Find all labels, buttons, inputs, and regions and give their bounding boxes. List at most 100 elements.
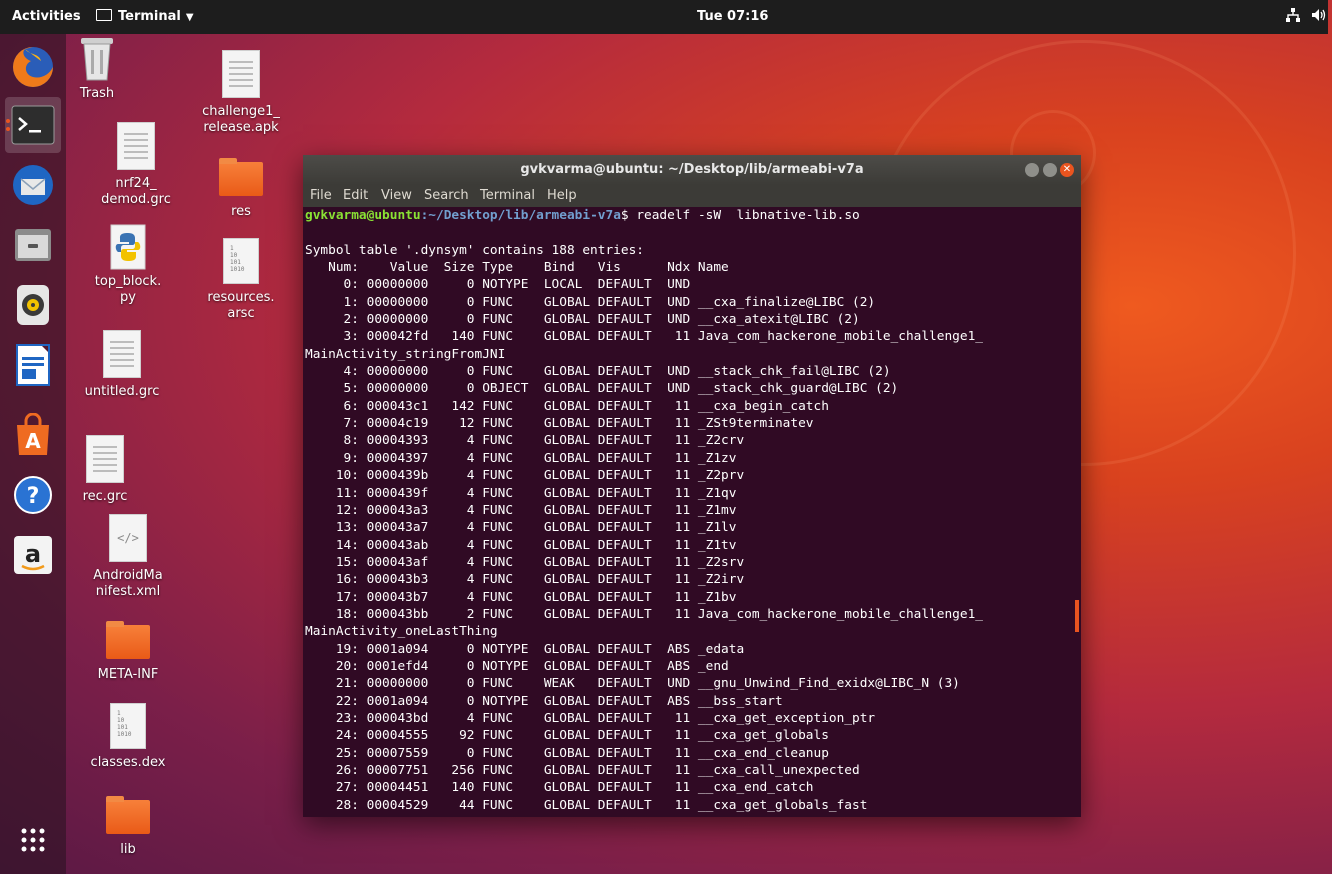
dock-thunderbird[interactable] xyxy=(5,157,61,213)
desktop-item-nrf24-demod[interactable]: nrf24_ demod.grc xyxy=(86,122,186,208)
terminal-line: 18: 000043bb 2 FUNC GLOBAL DEFAULT 11 Ja… xyxy=(305,606,983,622)
terminal-output[interactable]: gvkvarma@ubuntu:~/Desktop/lib/armeabi-v7… xyxy=(303,207,1075,817)
file-icon xyxy=(222,50,260,98)
menu-terminal[interactable]: Terminal xyxy=(480,188,535,203)
terminal-titlebar[interactable]: gvkvarma@ubuntu: ~/Desktop/lib/armeabi-v… xyxy=(303,155,1081,185)
file-icon xyxy=(103,330,141,378)
menu-file[interactable]: File xyxy=(310,188,332,203)
close-button[interactable]: ✕ xyxy=(1060,163,1074,177)
desktop-item-label: top_block. py xyxy=(94,274,162,305)
maximize-button[interactable] xyxy=(1043,163,1057,177)
desktop-item-lib[interactable]: lib xyxy=(78,796,178,858)
activities-button[interactable]: Activities xyxy=(12,9,81,24)
minimize-button[interactable] xyxy=(1025,163,1039,177)
trash-icon xyxy=(81,38,113,81)
desktop-item-classes-dex[interactable]: 1 10 101 1010 classes.dex xyxy=(78,703,178,771)
file-icon xyxy=(86,435,124,483)
dock-terminal[interactable] xyxy=(5,97,61,153)
terminal-line: 5: 00000000 0 OBJECT GLOBAL DEFAULT UND … xyxy=(305,381,899,397)
menu-edit[interactable]: Edit xyxy=(343,188,368,203)
dock-help[interactable]: ? xyxy=(5,467,61,523)
terminal-line: 27: 00004451 140 FUNC GLOBAL DEFAULT 11 … xyxy=(305,780,814,796)
desktop-item-label: AndroidMa nifest.xml xyxy=(93,568,163,599)
terminal-scrollbar[interactable] xyxy=(1075,600,1079,632)
dock-software[interactable]: A xyxy=(5,407,61,463)
terminal-line: 3: 000042fd 140 FUNC GLOBAL DEFAULT 11 J… xyxy=(305,329,983,345)
desktop-item-label: META-INF xyxy=(97,667,159,682)
menu-search[interactable]: Search xyxy=(424,188,469,203)
terminal-line: 14: 000043ab 4 FUNC GLOBAL DEFAULT 11 _Z… xyxy=(305,537,737,553)
software-center-icon: A xyxy=(17,413,49,455)
folder-icon xyxy=(106,621,150,659)
terminal-icon xyxy=(11,105,55,145)
dock-rhythmbox[interactable] xyxy=(5,277,61,333)
terminal-line: 28: 00004529 44 FUNC GLOBAL DEFAULT 11 _… xyxy=(305,797,868,813)
dock-amazon[interactable]: a xyxy=(5,527,61,583)
volume-icon[interactable] xyxy=(1311,8,1327,26)
dock-files[interactable] xyxy=(5,217,61,273)
terminal-menubar: File Edit View Search Terminal Help xyxy=(303,185,1081,207)
thunderbird-icon xyxy=(13,165,53,205)
desktop-item-label: classes.dex xyxy=(90,755,166,770)
files-icon xyxy=(15,229,51,261)
desktop-item-untitled-grc[interactable]: untitled.grc xyxy=(72,330,172,400)
clock[interactable]: Tue 07:16 xyxy=(697,9,768,24)
terminal-line: 0: 00000000 0 NOTYPE LOCAL DEFAULT UND xyxy=(305,277,691,293)
rhythmbox-icon xyxy=(17,285,49,325)
terminal-line: Symbol table '.dynsym' contains 188 entr… xyxy=(305,242,644,258)
terminal-line: 17: 000043b7 4 FUNC GLOBAL DEFAULT 11 _Z… xyxy=(305,589,737,605)
terminal-window: gvkvarma@ubuntu: ~/Desktop/lib/armeabi-v… xyxy=(303,155,1081,817)
python-file-icon xyxy=(110,224,146,270)
running-indicator xyxy=(6,127,10,131)
terminal-line: 1: 00000000 0 FUNC GLOBAL DEFAULT UND __… xyxy=(305,294,876,310)
desktop-item-label: res xyxy=(231,204,251,219)
desktop-item-label: resources. arsc xyxy=(207,290,275,321)
desktop-item-resources-arsc[interactable]: 1 10 101 1010 resources. arsc xyxy=(191,238,291,322)
binary-file-icon: 1 10 101 1010 xyxy=(110,703,146,749)
xml-file-icon: </> xyxy=(109,514,147,562)
libreoffice-writer-icon xyxy=(16,344,50,386)
desktop-item-label: Trash xyxy=(79,86,115,101)
terminal-line: 25: 00007559 0 FUNC GLOBAL DEFAULT 11 __… xyxy=(305,745,829,761)
desktop-item-androidmanifest[interactable]: </> AndroidMa nifest.xml xyxy=(78,514,178,600)
desktop-item-res[interactable]: res xyxy=(191,158,291,220)
network-icon[interactable] xyxy=(1286,8,1300,26)
terminal-line: 8: 00004393 4 FUNC GLOBAL DEFAULT 11 _Z2… xyxy=(305,433,745,449)
desktop-item-label: lib xyxy=(120,842,136,857)
help-icon: ? xyxy=(14,476,52,514)
terminal-line: 15: 000043af 4 FUNC GLOBAL DEFAULT 11 _Z… xyxy=(305,554,745,570)
dock-writer[interactable] xyxy=(5,337,61,393)
folder-icon xyxy=(219,158,263,196)
app-menu-button[interactable]: Terminal ▼ xyxy=(96,9,194,24)
terminal-line: 13: 000043a7 4 FUNC GLOBAL DEFAULT 11 _Z… xyxy=(305,520,737,536)
terminal-line: 20: 0001efd4 0 NOTYPE GLOBAL DEFAULT ABS… xyxy=(305,658,729,674)
terminal-line: 9: 00004397 4 FUNC GLOBAL DEFAULT 11 _Z1… xyxy=(305,450,737,466)
terminal-line: MainActivity_stringFromJNI xyxy=(305,346,506,362)
terminal-line: 12: 000043a3 4 FUNC GLOBAL DEFAULT 11 _Z… xyxy=(305,502,737,518)
prompt-command: $ readelf -sW libnative-lib.so xyxy=(620,208,860,223)
desktop-item-top-block-py[interactable]: top_block. py xyxy=(78,224,178,306)
folder-icon xyxy=(106,796,150,834)
app-menu-label: Terminal xyxy=(118,9,181,24)
terminal-line: 21: 00000000 0 FUNC WEAK DEFAULT UND __g… xyxy=(305,676,960,692)
desktop-item-meta-inf[interactable]: META-INF xyxy=(78,621,178,683)
binary-file-icon: 1 10 101 1010 xyxy=(223,238,259,284)
terminal-line: Num: Value Size Type Bind Vis Ndx Name xyxy=(305,260,729,276)
terminal-line: 23: 000043bd 4 FUNC GLOBAL DEFAULT 11 __… xyxy=(305,710,876,726)
show-applications-button[interactable] xyxy=(5,812,61,868)
prompt-line: gvkvarma@ubuntu:~/Desktop/lib/armeabi-v7… xyxy=(305,207,1075,224)
menu-view[interactable]: View xyxy=(381,188,412,203)
desktop-item-label: rec.grc xyxy=(82,489,128,504)
show-applications-icon xyxy=(21,828,45,852)
desktop-item-challenge1-apk[interactable]: challenge1_ release.apk xyxy=(191,50,291,136)
desktop-item-trash[interactable]: Trash xyxy=(47,34,147,102)
terminal-line: 19: 0001a094 0 NOTYPE GLOBAL DEFAULT ABS… xyxy=(305,641,745,657)
terminal-line: 16: 000043b3 4 FUNC GLOBAL DEFAULT 11 _Z… xyxy=(305,572,745,588)
desktop-item-rec-grc[interactable]: rec.grc xyxy=(55,435,155,505)
svg-text:a: a xyxy=(25,540,41,568)
terminal-title: gvkvarma@ubuntu: ~/Desktop/lib/armeabi-v… xyxy=(520,162,864,177)
terminal-line: MainActivity_oneLastThing xyxy=(305,624,498,640)
terminal-line: 6: 000043c1 142 FUNC GLOBAL DEFAULT 11 _… xyxy=(305,398,829,414)
amazon-icon: a xyxy=(14,536,52,574)
menu-help[interactable]: Help xyxy=(547,188,577,203)
